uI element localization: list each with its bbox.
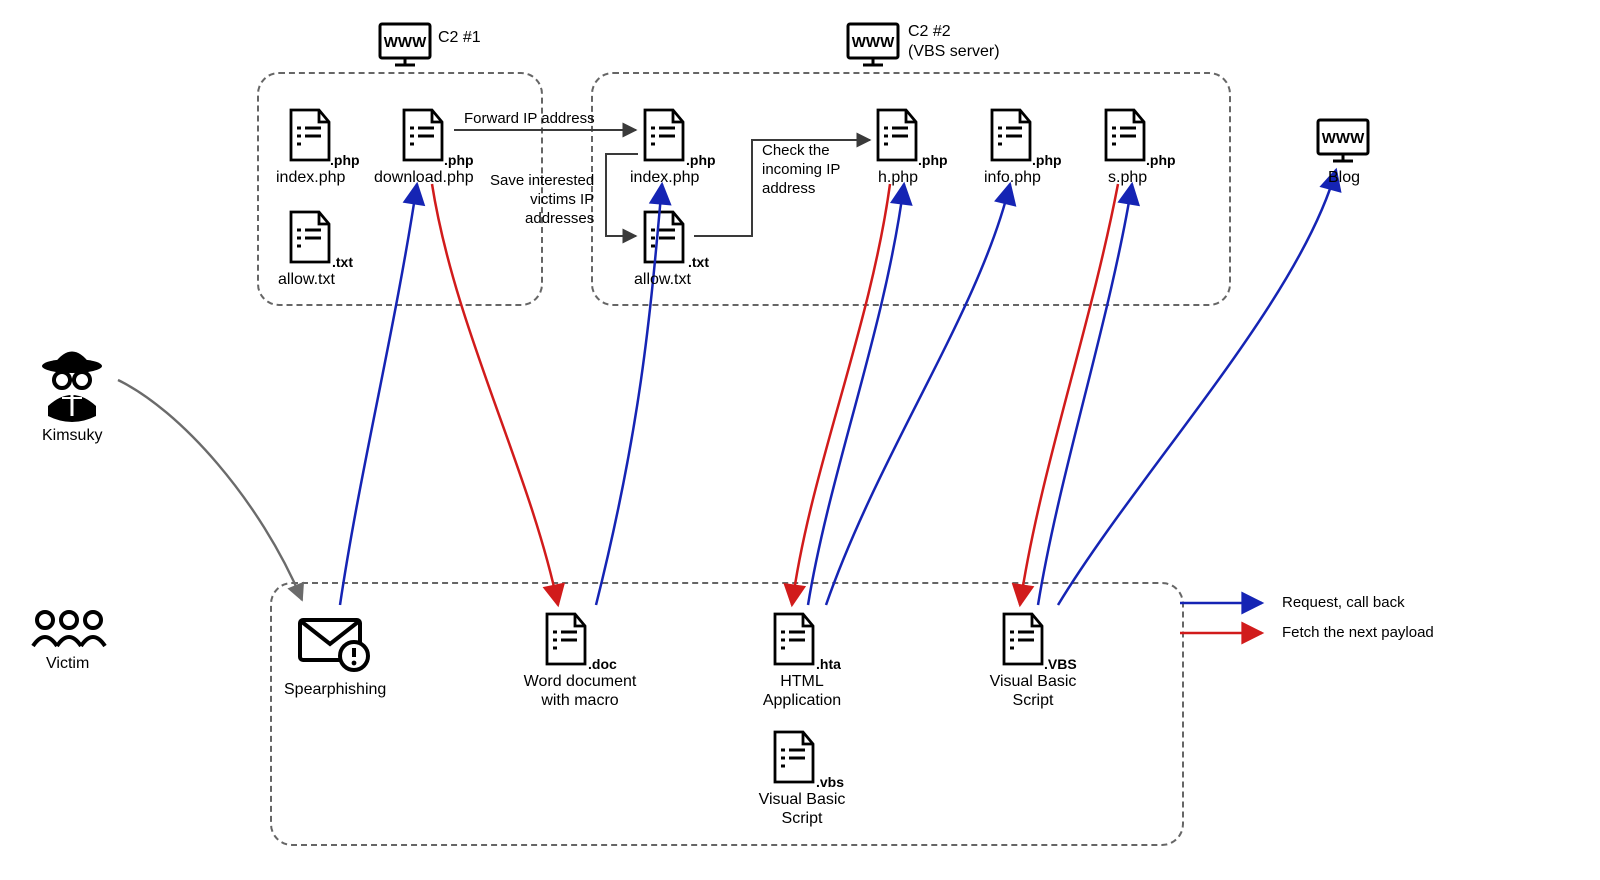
blog-label: Blog (1328, 168, 1360, 187)
www-icon (1318, 120, 1368, 161)
file-name: allow.txt (634, 270, 691, 289)
c2-2-title: C2 #2 (VBS server) (908, 22, 1000, 62)
hta-label: HTML Application (752, 672, 852, 710)
www-icon (380, 24, 430, 65)
ext-txt: .txt (332, 254, 353, 270)
file-name: info.php (984, 168, 1041, 187)
ext-php: .php (1146, 152, 1176, 168)
file-name: s.php (1108, 168, 1147, 187)
ext-doc: .doc (588, 656, 617, 672)
file-name: index.php (276, 168, 345, 187)
label-forward-ip: Forward IP address (464, 110, 595, 129)
vbs-big-label: Visual Basic Script (978, 672, 1088, 710)
crowd-icon (33, 612, 105, 646)
group-victim-artifacts (270, 582, 1184, 846)
file-name: download.php (374, 168, 474, 187)
ext-php: .php (1032, 152, 1062, 168)
file-name: index.php (630, 168, 699, 187)
ext-hta: .hta (816, 656, 841, 672)
ext-php: .php (444, 152, 474, 168)
c2-1-title: C2 #1 (438, 28, 481, 48)
legend-request: Request, call back (1282, 594, 1405, 613)
file-name: h.php (878, 168, 918, 187)
ext-vbs-upper: .VBS (1044, 656, 1077, 672)
kimsuky-label: Kimsuky (42, 426, 102, 445)
ext-php: .php (330, 152, 360, 168)
spy-icon (42, 352, 102, 423)
ext-php: .php (686, 152, 716, 168)
spearphishing-label: Spearphishing (284, 680, 386, 699)
ext-php: .php (918, 152, 948, 168)
label-check-ip: Check the incoming IP address (762, 142, 840, 198)
arrow-spearphish (118, 380, 302, 600)
file-name: allow.txt (278, 270, 335, 289)
diagram-canvas: WWW (0, 0, 1600, 880)
www-icon (848, 24, 898, 65)
doc-label: Word document with macro (510, 672, 650, 710)
vbs-small-label: Visual Basic Script (752, 790, 852, 828)
victim-label: Victim (46, 654, 89, 673)
label-save-ips: Save interested victims IP addresses (490, 172, 594, 228)
legend-fetch: Fetch the next payload (1282, 624, 1434, 643)
ext-vbs: .vbs (816, 774, 844, 790)
ext-txt: .txt (688, 254, 709, 270)
